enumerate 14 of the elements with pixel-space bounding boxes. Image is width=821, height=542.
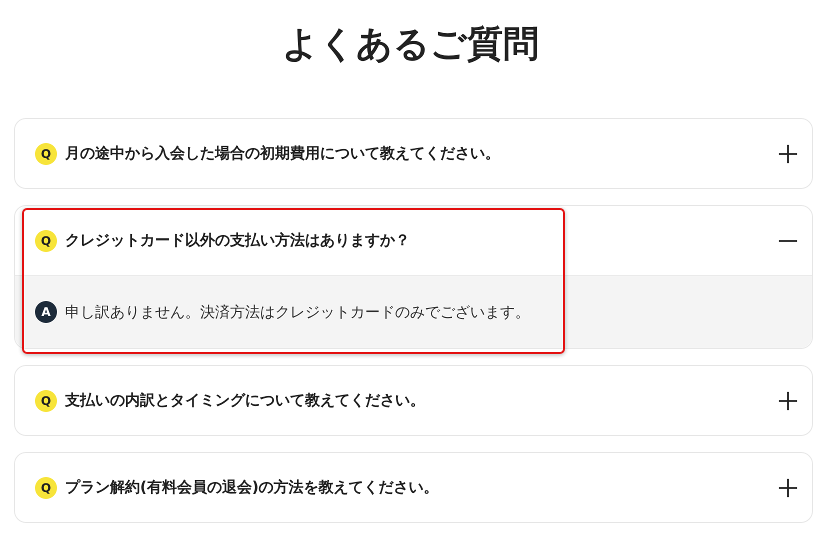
plus-icon[interactable] xyxy=(778,390,798,410)
plus-icon[interactable] xyxy=(778,144,798,164)
plus-icon[interactable] xyxy=(778,478,798,498)
question-badge: Q xyxy=(35,230,57,252)
answer-badge: A xyxy=(35,301,57,323)
page-title: よくあるご質問 xyxy=(281,23,540,67)
question-badge: Q xyxy=(35,390,57,412)
question-badge: Q xyxy=(35,476,57,498)
question-text[interactable]: 支払いの内訳とタイミングについて教えてください。 xyxy=(65,391,778,410)
question-text[interactable]: 月の途中から入会した場合の初期費用について教えてください。 xyxy=(65,144,778,163)
answer-text: 申し訳ありません。決済方法はクレジットカードのみでございます。 xyxy=(65,302,530,322)
question-text[interactable]: プラン解約(有料会員の退会)の方法を教えてください。 xyxy=(65,478,778,497)
question-text[interactable]: クレジットカード以外の支払い方法はありますか？ xyxy=(65,231,778,250)
question-badge: Q xyxy=(35,142,57,164)
